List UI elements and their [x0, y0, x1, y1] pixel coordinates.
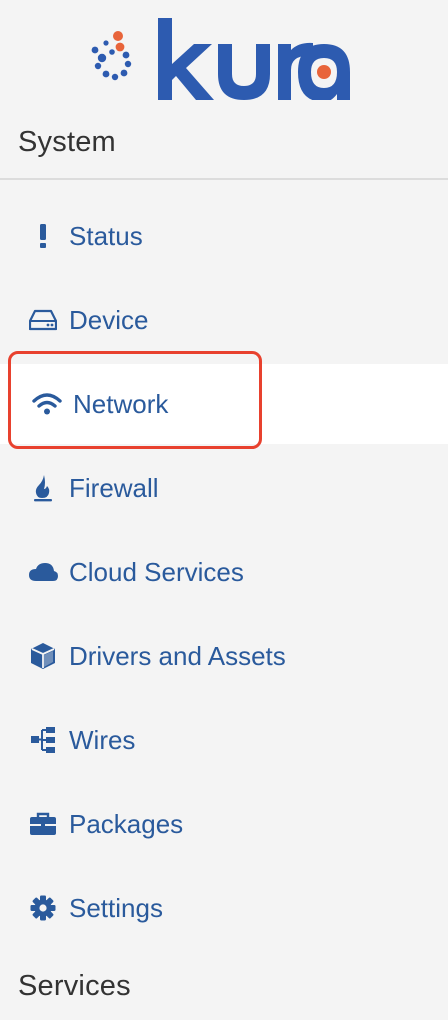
- system-section-title: System: [18, 126, 116, 158]
- sidebar-item-label: Packages: [69, 809, 184, 839]
- kura-logo[interactable]: [88, 14, 352, 100]
- sidebar-item-label: Device: [69, 305, 149, 335]
- sidebar-item-settings[interactable]: Settings: [0, 868, 448, 948]
- sidebar-item-label: Cloud Services: [69, 557, 244, 587]
- sidebar-item-cloud-services[interactable]: Cloud Services: [0, 532, 448, 612]
- wifi-icon: [32, 389, 62, 419]
- sidebar-item-device[interactable]: Device: [0, 280, 448, 360]
- sidebar-item-label: Status: [69, 221, 143, 251]
- sidebar-item-label: Wires: [69, 725, 136, 755]
- sidebar-item-label: Network: [73, 389, 169, 419]
- sidebar-item-label: Settings: [69, 893, 163, 923]
- sidebar: System Status Device Network Firewall Cl…: [0, 0, 448, 1020]
- sidebar-item-firewall[interactable]: Firewall: [0, 448, 448, 528]
- cloud-icon: [28, 557, 58, 587]
- fire-icon: [28, 473, 58, 503]
- sidebar-item-network[interactable]: Network: [0, 364, 448, 444]
- sidebar-item-drivers-and-assets[interactable]: Drivers and Assets: [0, 616, 448, 696]
- exclamation-icon: [28, 221, 58, 251]
- gear-icon: [28, 893, 58, 923]
- briefcase-icon: [28, 809, 58, 839]
- hard-drive-icon: [28, 305, 58, 335]
- sidebar-item-label: Firewall: [69, 473, 159, 503]
- services-section-title: Services: [18, 970, 131, 1002]
- section-divider: [0, 178, 448, 180]
- cube-icon: [28, 641, 58, 671]
- sitemap-icon: [28, 725, 58, 755]
- sidebar-item-packages[interactable]: Packages: [0, 784, 448, 864]
- sidebar-item-label: Drivers and Assets: [69, 641, 286, 671]
- sidebar-item-wires[interactable]: Wires: [0, 700, 448, 780]
- logo-dots-icon: [91, 31, 132, 81]
- sidebar-item-status[interactable]: Status: [0, 196, 448, 276]
